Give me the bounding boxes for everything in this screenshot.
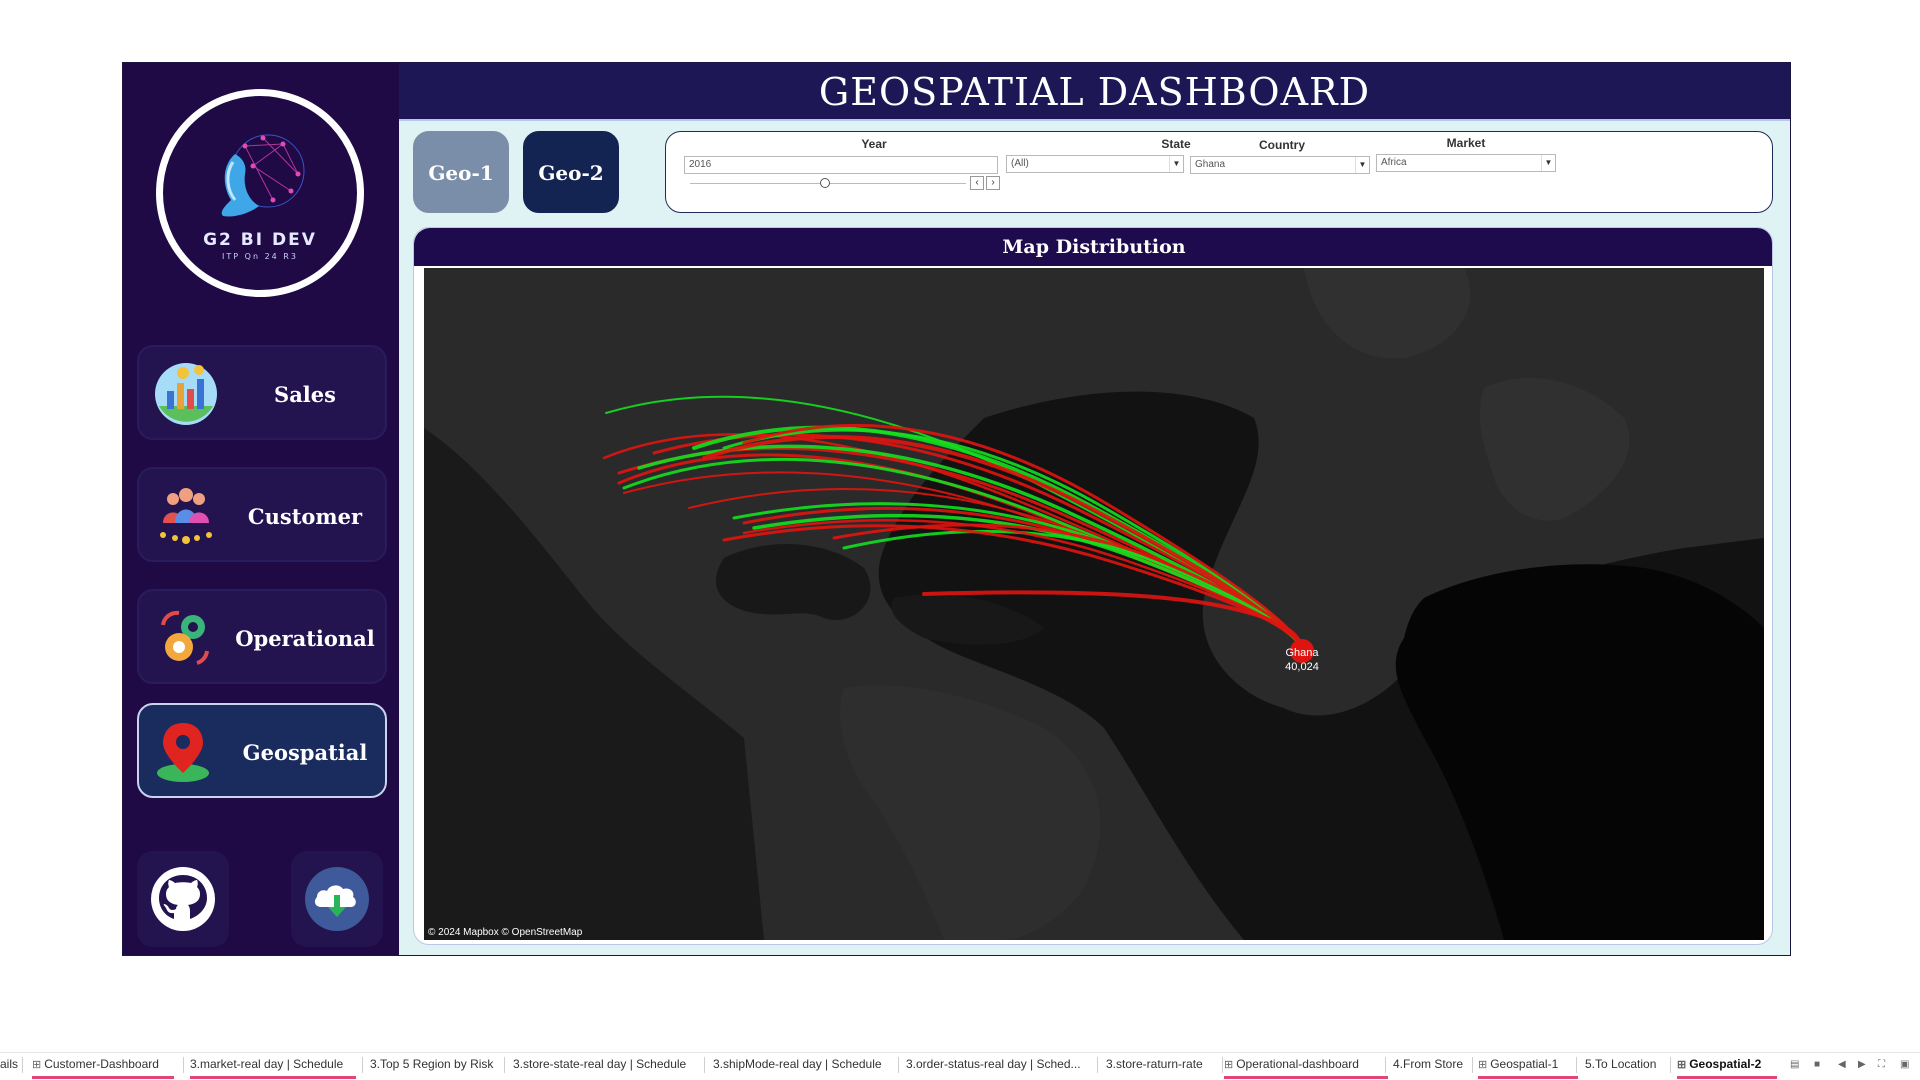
- nav-customer-button[interactable]: Customer: [137, 467, 387, 562]
- tab-shipmode-real-day[interactable]: 3.shipMode-real day | Schedule: [713, 1053, 882, 1079]
- ghana-marker-value: 40,024: [1285, 661, 1319, 673]
- country-filter-label: Country: [1259, 138, 1305, 152]
- market-filter-label: Market: [1446, 136, 1486, 150]
- fullscreen-icon[interactable]: ⛶: [1878, 1059, 1885, 1070]
- market-filter-select[interactable]: Africa ▼: [1376, 154, 1556, 172]
- tab-label: Geospatial-1: [1490, 1057, 1559, 1071]
- page-title: GEOSPATIAL DASHBOARD: [818, 70, 1371, 114]
- tab-divider: [898, 1057, 899, 1073]
- map-canvas: Ghana 40,024: [424, 268, 1764, 940]
- github-icon: [151, 867, 215, 931]
- tab-label: 3.Top 5 Region by Risk: [370, 1057, 494, 1071]
- tab-to-location[interactable]: 5.To Location: [1585, 1053, 1656, 1079]
- cloud-download-icon: [305, 867, 369, 931]
- nav-customer-label: Customer: [247, 504, 363, 529]
- tab-store-return-rate[interactable]: 3.store-raturn-rate: [1106, 1053, 1203, 1079]
- sales-chart-icon: [155, 363, 217, 425]
- year-next-button[interactable]: ›: [986, 176, 1000, 190]
- tab-label: 3.store-state-real day | Schedule: [513, 1057, 687, 1071]
- tab-divider: [22, 1057, 23, 1073]
- tab-label: 4.From Store: [1393, 1057, 1464, 1071]
- chevron-down-icon: ▼: [1169, 156, 1183, 172]
- tab-label: Geospatial-2: [1689, 1057, 1762, 1071]
- tab-divider: [362, 1057, 363, 1073]
- tab-label: Operational-dashboard: [1236, 1057, 1359, 1071]
- market-filter-value: Africa: [1381, 157, 1407, 168]
- map-card: Map Distribution Ghana 40,024 © 2024 Map…: [413, 227, 1773, 945]
- filmstrip-view-icon[interactable]: ■: [1814, 1059, 1820, 1070]
- logo-subtitle: ITP Qn 24 R3: [222, 252, 298, 261]
- grid-view-icon[interactable]: ▤: [1790, 1059, 1799, 1070]
- tab-order-status-real-day[interactable]: 3.order-status-real day | Sched...: [906, 1053, 1081, 1079]
- download-button[interactable]: [291, 851, 383, 947]
- dashboard-icon: ⊞: [32, 1059, 42, 1071]
- nav-geospatial-button[interactable]: Geospatial: [137, 703, 387, 798]
- sidebar: G2 BI DEV ITP Qn 24 R3 Sales Customer Op…: [123, 63, 399, 955]
- github-button[interactable]: [137, 851, 229, 947]
- map-attribution: © 2024 Mapbox © OpenStreetMap: [428, 927, 583, 938]
- gears-icon: [161, 610, 209, 665]
- logo-brand-text: G2 BI DEV: [203, 230, 317, 250]
- tab-label: 3.market-real day | Schedule: [190, 1057, 344, 1071]
- map-title: Map Distribution: [414, 228, 1772, 266]
- tab-divider: [183, 1057, 184, 1073]
- nav-operational-label: Operational: [235, 626, 375, 651]
- filter-panel: Year 2016 ‹ › State (All) ▼ Country Ghan…: [665, 131, 1773, 213]
- dashboard-icon: ⊞: [1677, 1059, 1687, 1071]
- logo: G2 BI DEV ITP Qn 24 R3: [156, 89, 364, 297]
- year-slider-knob[interactable]: [820, 178, 830, 188]
- ghana-marker-label: Ghana: [1285, 647, 1319, 659]
- tab-from-store[interactable]: 4.From Store: [1393, 1053, 1463, 1079]
- tab-divider: [1097, 1057, 1098, 1073]
- map-pin-icon: [157, 723, 209, 782]
- tab-label: 3.store-raturn-rate: [1106, 1057, 1203, 1071]
- present-icon[interactable]: ▣: [1900, 1059, 1909, 1070]
- state-filter-label: State: [1161, 137, 1191, 151]
- tab-operational-dashboard[interactable]: ⊞ Operational-dashboard: [1224, 1053, 1388, 1079]
- tab-label: Customer-Dashboard: [44, 1057, 159, 1071]
- nav-geospatial-label: Geospatial: [242, 740, 368, 765]
- tab-top5-region-risk[interactable]: 3.Top 5 Region by Risk: [370, 1053, 493, 1079]
- state-filter-value: (All): [1011, 158, 1029, 169]
- sheet-tab-bar: ails ⊞ Customer-Dashboard 3.market-real d…: [0, 1052, 1920, 1080]
- nav-sales-label: Sales: [274, 382, 336, 407]
- year-filter-label: Year: [861, 137, 887, 151]
- tab-label: ails: [0, 1057, 19, 1071]
- geo-1-button[interactable]: Geo-1: [413, 131, 509, 213]
- tab-details[interactable]: ails: [0, 1053, 18, 1079]
- map-view[interactable]: Ghana 40,024 © 2024 Mapbox © OpenStreetM…: [424, 268, 1764, 940]
- tab-label: 3.order-status-real day | Sched...: [906, 1057, 1081, 1071]
- tab-geospatial-2[interactable]: ⊞ Geospatial-2: [1677, 1053, 1777, 1079]
- chevron-down-icon: ▼: [1541, 155, 1555, 171]
- scroll-left-icon[interactable]: ◀: [1838, 1059, 1846, 1070]
- tab-label: 5.To Location: [1585, 1057, 1657, 1071]
- tab-geospatial-1[interactable]: ⊞ Geospatial-1: [1478, 1053, 1578, 1079]
- dashboard: G2 BI DEV ITP Qn 24 R3 Sales Customer Op…: [122, 62, 1791, 956]
- tab-divider: [1576, 1057, 1577, 1073]
- state-filter-select[interactable]: (All) ▼: [1006, 155, 1184, 173]
- customer-group-icon: [160, 488, 212, 544]
- tab-divider: [704, 1057, 705, 1073]
- dashboard-icon: ⊞: [1224, 1059, 1234, 1071]
- scroll-right-icon[interactable]: ▶: [1858, 1059, 1866, 1070]
- nav-operational-button[interactable]: Operational: [137, 589, 387, 684]
- country-filter-select[interactable]: Ghana ▼: [1190, 156, 1370, 174]
- year-prev-button[interactable]: ‹: [970, 176, 984, 190]
- chevron-down-icon: ▼: [1355, 157, 1369, 173]
- country-filter-value: Ghana: [1195, 159, 1226, 170]
- tab-divider: [1670, 1057, 1671, 1073]
- nav-sales-button[interactable]: Sales: [137, 345, 387, 440]
- tab-divider: [1472, 1057, 1473, 1073]
- tab-divider: [1222, 1057, 1223, 1073]
- tab-label: 3.shipMode-real day | Schedule: [713, 1057, 882, 1071]
- tab-divider: [504, 1057, 505, 1073]
- dashboard-icon: ⊞: [1478, 1059, 1488, 1071]
- geo-2-button[interactable]: Geo-2: [523, 131, 619, 213]
- tab-market-real-day[interactable]: 3.market-real day | Schedule: [190, 1053, 356, 1079]
- header-bar: GEOSPATIAL DASHBOARD: [399, 63, 1790, 121]
- tab-customer-dashboard[interactable]: ⊞ Customer-Dashboard: [32, 1053, 174, 1079]
- tab-divider: [1385, 1057, 1386, 1073]
- tab-store-state-real-day[interactable]: 3.store-state-real day | Schedule: [513, 1053, 686, 1079]
- year-filter-input[interactable]: 2016: [684, 156, 998, 174]
